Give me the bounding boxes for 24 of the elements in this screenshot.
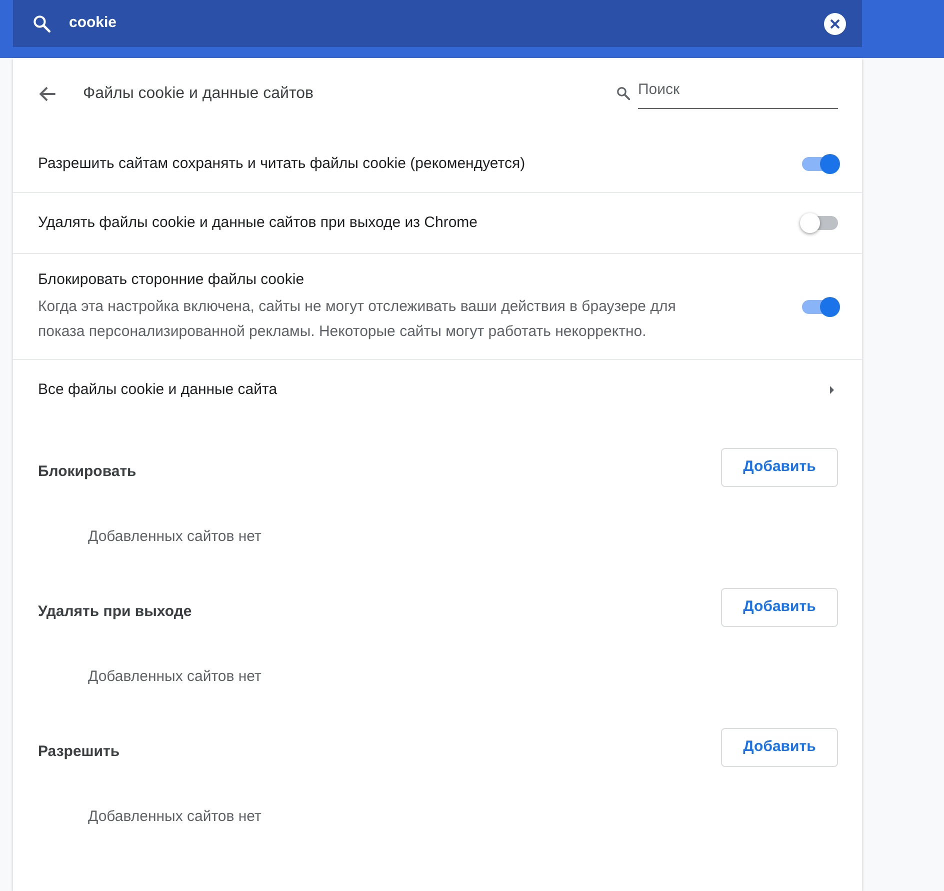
search-icon <box>615 84 632 102</box>
empty-list-text: Добавленных сайтов нет <box>87 666 262 687</box>
page-title: Файлы cookie и данные сайтов <box>83 84 314 104</box>
add-button[interactable]: Добавить <box>721 588 838 626</box>
search-bar[interactable]: cookie <box>13 0 862 47</box>
empty-list-text: Добавленных сайтов нет <box>87 526 262 547</box>
clear-button[interactable] <box>824 12 846 34</box>
add-button[interactable]: Добавить <box>721 728 838 766</box>
toggle-switch[interactable] <box>802 300 838 314</box>
setting-label: Блокировать сторонние файлы cookie <box>38 270 306 290</box>
close-icon <box>829 18 841 30</box>
setting-label: Удалять файлы cookie и данные сайтов при выходе из Chrome <box>38 212 479 233</box>
toggle-switch[interactable] <box>802 157 838 171</box>
section-title: Разрешить <box>38 742 120 762</box>
setting-label: Разрешить сайтам сохранять и читать файлы cookie (рекомендуется) <box>38 154 526 174</box>
search-icon <box>31 12 53 34</box>
add-button[interactable]: Добавить <box>721 448 838 486</box>
section-title: Удалять при выходе <box>38 602 192 622</box>
settings-link-row[interactable]: Все файлы cookie и данные сайта <box>13 359 862 420</box>
empty-list-text: Добавленных сайтов нет <box>87 806 262 827</box>
toggle-switch[interactable] <box>802 216 838 230</box>
setting-label: Все файлы cookie и данные сайта <box>38 380 278 398</box>
setting-description: Когда эта настройка включена, сайты не могут отслеживать ваши действия в браузере для показа персонализированной рекламы. Некоторые сайты могут работать некорректно. <box>38 297 677 342</box>
section-title: Блокировать <box>38 462 136 482</box>
